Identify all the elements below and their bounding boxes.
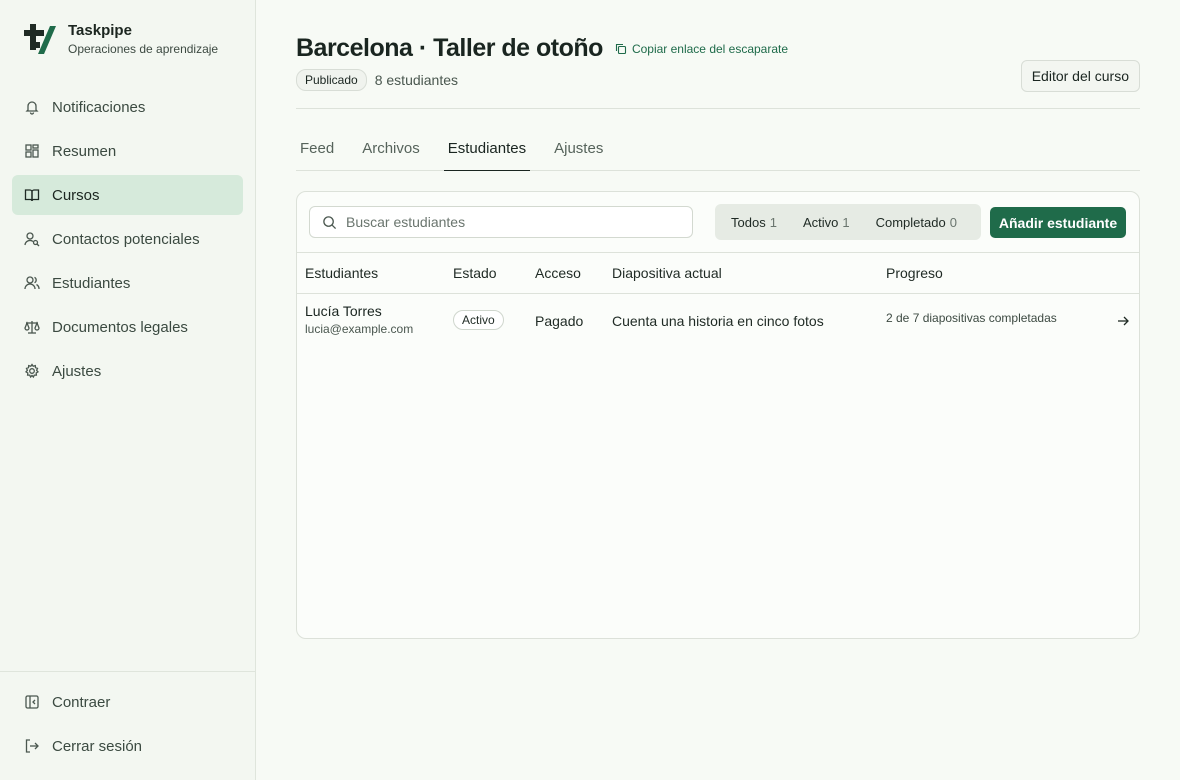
sidebar-item-label: Resumen: [52, 142, 117, 160]
taskpipe-logo-icon: [24, 24, 56, 54]
status-badge: Activo: [453, 310, 504, 330]
filter-label: Todos: [731, 214, 766, 230]
filter-activo[interactable]: Activo 1: [803, 215, 850, 230]
tabs: Feed Archivos Estudiantes Ajustes: [296, 131, 1140, 171]
logout-label: Cerrar sesión: [52, 737, 143, 755]
filter-label: Completado: [875, 214, 946, 230]
table-header: Estudiantes Estado Acceso Diapositiva ac…: [297, 252, 1139, 294]
student-cell: Lucía Torres lucia@example.com: [305, 303, 413, 336]
bell-icon: [24, 99, 40, 115]
title-row: Barcelona · Taller de otoño Copiar enlac…: [296, 34, 788, 63]
logout-button[interactable]: Cerrar sesión: [12, 726, 243, 766]
sidebar-item-notificaciones[interactable]: Notificaciones: [12, 87, 243, 127]
sidebar-item-label: Notificaciones: [52, 98, 146, 116]
sidebar-nav: Notificaciones Resumen Cursos Contactos …: [12, 87, 243, 395]
column-header: Progreso: [886, 265, 943, 281]
sidebar-item-resumen[interactable]: Resumen: [12, 131, 243, 171]
sidebar-item-estudiantes[interactable]: Estudiantes: [12, 263, 243, 303]
tab-feed[interactable]: Feed: [296, 131, 338, 171]
sidebar-bottom: Contraer Cerrar sesión: [0, 671, 255, 780]
column-header: Diapositiva actual: [612, 265, 722, 281]
filter-todos[interactable]: Todos 1: [731, 215, 777, 230]
sidebar-item-documentos[interactable]: Documentos legales: [12, 307, 243, 347]
brand-name: Taskpipe: [68, 22, 132, 39]
divider: [296, 108, 1140, 109]
sidebar-item-cursos[interactable]: Cursos: [12, 175, 243, 215]
tab-ajustes[interactable]: Ajustes: [550, 131, 607, 171]
sidebar-item-label: Documentos legales: [52, 318, 188, 336]
dashboard-icon: [24, 143, 40, 159]
column-header: Estudiantes: [305, 265, 379, 281]
scale-icon: [24, 319, 40, 335]
sidebar-item-contactos[interactable]: Contactos potenciales: [12, 219, 243, 259]
copy-storefront-link[interactable]: Copiar enlace del escaparate: [615, 42, 788, 56]
current-slide-cell: Cuenta una historia en cinco fotos: [612, 313, 824, 329]
students-count: 8 estudiantes: [374, 72, 459, 88]
status-filters: Todos 1 Activo 1 Completado 0: [715, 204, 981, 240]
status-badge: Publicado: [296, 69, 367, 91]
sidebar-item-ajustes[interactable]: Ajustes: [12, 351, 243, 391]
meta-row: Publicado 8 estudiantes: [296, 69, 458, 91]
sidebar-item-label: Contactos potenciales: [52, 230, 200, 248]
search-input[interactable]: [346, 214, 666, 230]
access-cell: Pagado: [535, 313, 584, 329]
book-icon: [24, 187, 40, 203]
tab-estudiantes[interactable]: Estudiantes: [443, 131, 531, 171]
filter-count: 1: [769, 214, 777, 230]
filter-label: Activo: [802, 214, 839, 230]
tab-archivos[interactable]: Archivos: [358, 131, 424, 171]
sidebar-item-label: Ajustes: [52, 362, 102, 380]
gear-icon: [24, 363, 40, 379]
filter-completado[interactable]: Completado 0: [876, 215, 957, 230]
copy-link-label: Copiar enlace del escaparate: [631, 41, 789, 56]
course-editor-button[interactable]: Editor del curso: [1020, 60, 1140, 92]
students-panel: Todos1 Activo1 Completado0 Añadir estudi…: [296, 191, 1140, 639]
add-student-button[interactable]: Añadir estudiante: [990, 207, 1126, 238]
table-row[interactable]: Lucía Torres lucia@example.com Activo Pa…: [297, 294, 1139, 350]
brand-subtitle: Operaciones de aprendizaje: [68, 42, 219, 56]
brand: Taskpipe Operaciones de aprendizaje: [20, 20, 218, 58]
logout-icon: [24, 738, 40, 754]
sidebar: Taskpipe Operaciones de aprendizaje Noti…: [0, 0, 256, 780]
student-email: lucia@example.com: [305, 322, 414, 336]
arrow-right-icon[interactable]: [1116, 314, 1130, 331]
student-name: Lucía Torres: [305, 303, 382, 319]
column-header: Acceso: [535, 265, 581, 281]
column-header: Estado: [453, 265, 497, 281]
page-title: Barcelona · Taller de otoño: [296, 34, 603, 62]
search-icon: [323, 215, 337, 229]
filter-count: 1: [842, 214, 850, 230]
collapse-icon: [24, 694, 40, 710]
filter-count: 0: [949, 214, 957, 230]
progress-cell: 2 de 7 diapositivas completadas: [886, 311, 1057, 325]
copy-icon: [615, 43, 626, 54]
search-box[interactable]: [309, 206, 693, 238]
sidebar-item-label: Estudiantes: [52, 274, 131, 292]
users-icon: [24, 275, 40, 291]
user-search-icon: [24, 231, 40, 247]
collapse-label: Contraer: [52, 693, 111, 711]
sidebar-item-label: Cursos: [52, 186, 100, 204]
status-cell: Activo: [453, 310, 504, 330]
collapse-button[interactable]: Contraer: [12, 682, 243, 722]
